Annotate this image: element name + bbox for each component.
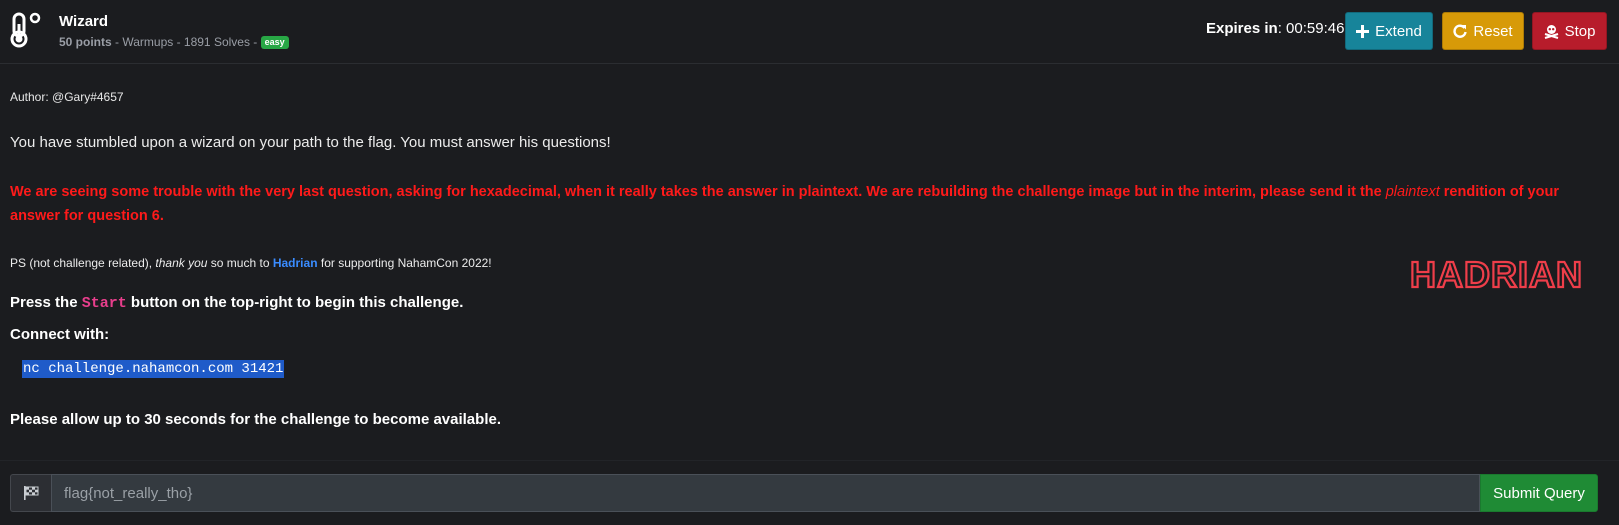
sponsor-note: PS (not challenge related), thank you so…	[10, 256, 492, 270]
challenge-category-solves: - Warmups - 1891 Solves -	[111, 35, 261, 49]
svg-text:HADRIAN: HADRIAN	[1410, 254, 1583, 294]
challenge-title: Wizard	[59, 13, 109, 30]
hadrian-link[interactable]: Hadrian	[273, 256, 318, 270]
thermometer-icon	[10, 12, 41, 48]
author-line: Author: @Gary#4657	[10, 90, 124, 104]
ps-prefix: PS (not challenge related),	[10, 256, 156, 270]
start-code: Start	[81, 295, 127, 312]
reset-button[interactable]: Reset	[1442, 12, 1524, 50]
warning-notice: We are seeing some trouble with the very…	[10, 180, 1610, 228]
submit-query-button[interactable]: Submit Query	[1480, 474, 1598, 512]
connect-label: Connect with:	[10, 326, 110, 343]
checkered-flag-icon	[24, 486, 39, 500]
stop-button[interactable]: Stop	[1532, 12, 1607, 50]
extend-label: Extend	[1375, 22, 1422, 40]
stop-label: Stop	[1564, 22, 1596, 40]
press-prefix: Press the	[10, 294, 82, 311]
availability-note: Please allow up to 30 seconds for the ch…	[10, 411, 501, 428]
expires-value: : 00:59:46	[1277, 20, 1345, 37]
challenge-points: 50 points	[59, 35, 112, 49]
connect-command[interactable]: nc challenge.nahamcon.com 31421	[22, 360, 285, 378]
flag-form: Submit Query	[10, 474, 1598, 512]
ps-emphasis: thank you	[155, 256, 208, 270]
challenge-header: Wizard 50 points - Warmups - 1891 Solves…	[0, 0, 1619, 64]
press-suffix: button on the top-right to begin this ch…	[126, 294, 464, 311]
redo-icon	[1453, 24, 1468, 38]
hadrian-logo: HADRIAN	[1410, 254, 1583, 294]
flag-prefix	[10, 474, 51, 512]
warning-emphasis: plaintext	[1385, 184, 1440, 200]
difficulty-badge: easy	[260, 36, 289, 49]
ps-suffix: for supporting NahamCon 2022!	[317, 256, 492, 270]
press-start-instruction: Press the Start button on the top-right …	[10, 294, 463, 312]
skull-crossbones-icon	[1544, 24, 1558, 39]
plus-icon	[1356, 24, 1370, 38]
challenge-meta: 50 points - Warmups - 1891 Solves - easy	[59, 35, 289, 49]
ps-middle: so much to	[207, 256, 273, 270]
description-text: You have stumbled upon a wizard on your …	[10, 134, 611, 151]
warning-text-start: We are seeing some trouble with the very…	[10, 184, 1386, 200]
flag-input[interactable]	[51, 474, 1480, 512]
extend-button[interactable]: Extend	[1345, 12, 1433, 50]
expires-label: Expires in	[1206, 20, 1278, 37]
expires-timer: Expires in: 00:59:46	[1206, 20, 1344, 37]
reset-label: Reset	[1473, 22, 1513, 40]
